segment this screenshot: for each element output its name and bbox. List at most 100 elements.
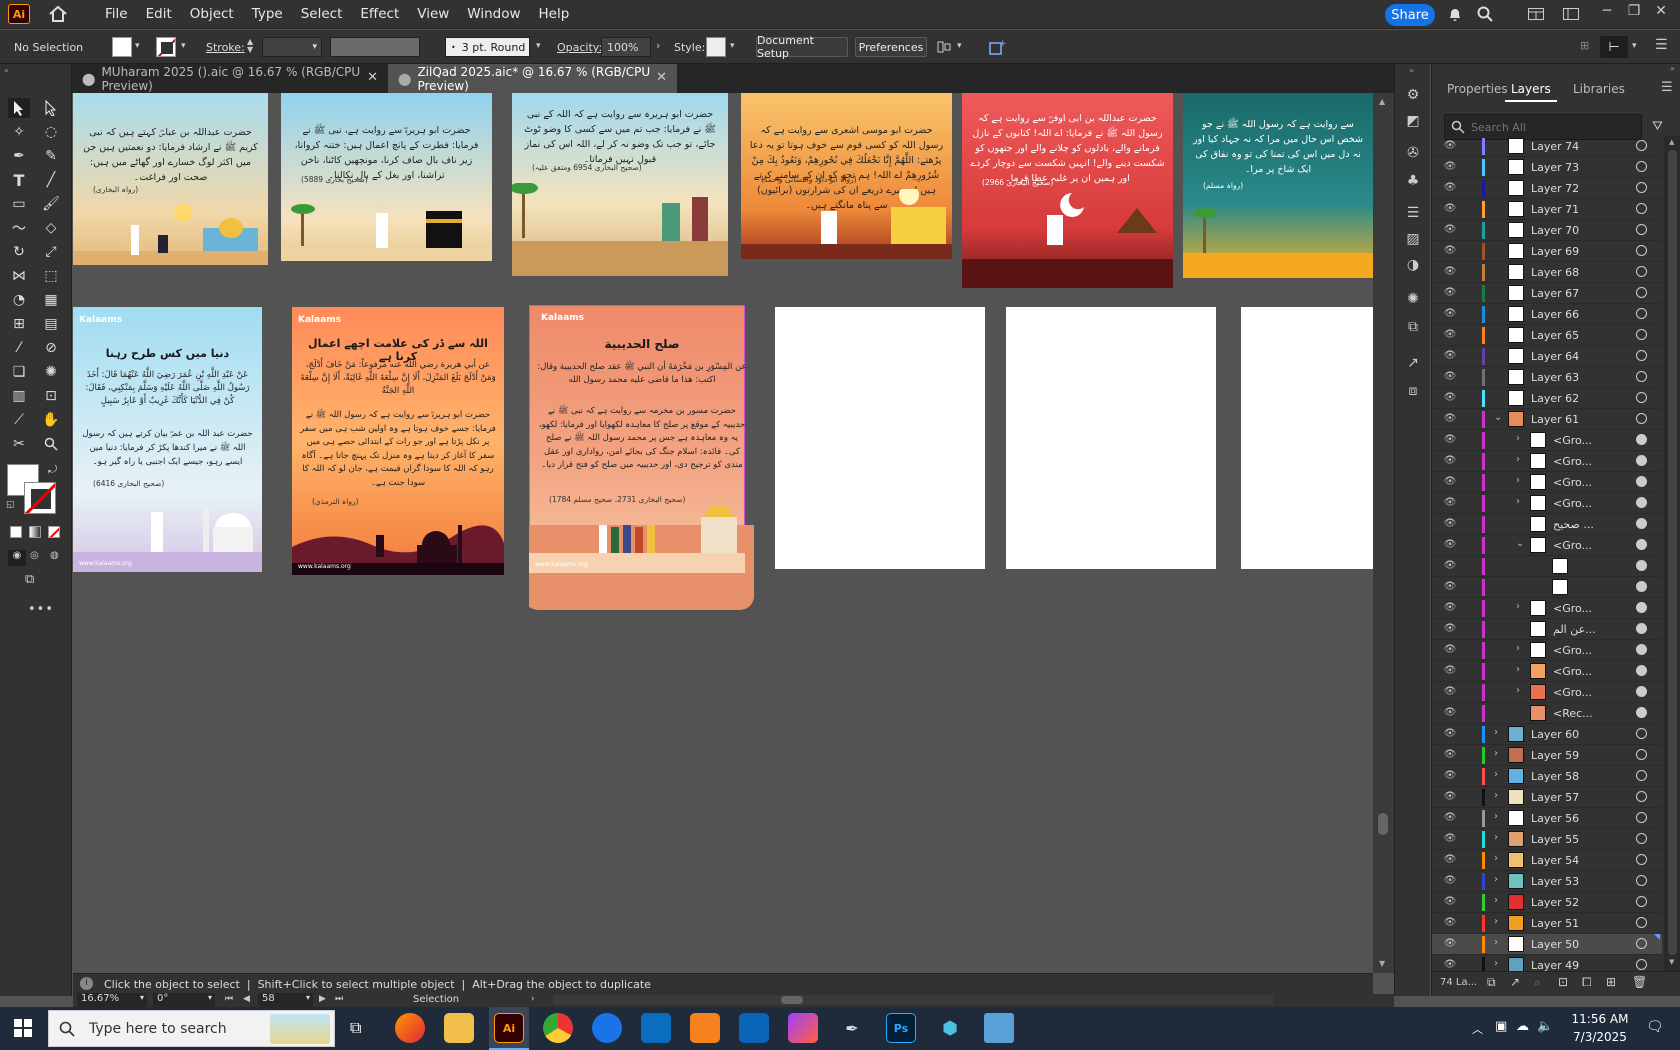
layer-name[interactable]: عن الم... xyxy=(1553,623,1596,636)
lasso-tool-icon[interactable]: ◌ xyxy=(40,122,62,142)
layer-row[interactable]: 👁 › Layer 54 xyxy=(1432,850,1662,871)
layer-row[interactable]: 👁 › Layer 59 xyxy=(1432,745,1662,766)
notifications-icon[interactable]: 🗨 xyxy=(1646,1019,1664,1035)
visibility-eye-icon[interactable]: 👁 xyxy=(1443,580,1457,594)
rectangle-tool-icon[interactable]: ▭ xyxy=(8,194,30,214)
layer-row[interactable]: 👁 › Layer 51 xyxy=(1432,913,1662,934)
home-icon[interactable] xyxy=(44,3,72,25)
gradient-tool-icon[interactable]: ▤ xyxy=(40,314,62,334)
target-icon[interactable] xyxy=(1636,476,1647,487)
horizontal-scrollbar[interactable] xyxy=(553,995,1273,1005)
target-icon[interactable] xyxy=(1636,770,1647,781)
zoom-tool-icon[interactable] xyxy=(40,434,62,454)
artboard[interactable]: حضرت عبداللہ بن ابی اوفیؓ سے روایت ہے کہ… xyxy=(962,93,1173,288)
scale-tool-icon[interactable]: ⤢ xyxy=(40,242,62,262)
visibility-eye-icon[interactable]: 👁 xyxy=(1443,538,1457,552)
tab-zilqad-2025[interactable]: ⬤ ZilQad 2025.aic* @ 16.67 % (RGB/CPU Pr… xyxy=(388,64,677,93)
layer-row[interactable]: 👁 Layer 64 xyxy=(1432,346,1662,367)
target-icon[interactable] xyxy=(1636,140,1647,151)
visibility-eye-icon[interactable]: 👁 xyxy=(1443,349,1457,363)
panel-toggle-icon[interactable]: ⊢ xyxy=(1600,36,1628,58)
target-icon[interactable] xyxy=(1636,959,1647,970)
artboard-tool-icon[interactable]: ⊡ xyxy=(40,386,62,406)
visibility-eye-icon[interactable]: 👁 xyxy=(1443,454,1457,468)
close-icon[interactable]: ✕ xyxy=(367,70,378,85)
gradient-icon[interactable]: ▨ xyxy=(1404,230,1422,248)
layer-name[interactable]: Layer 73 xyxy=(1531,161,1579,174)
layer-name[interactable]: Layer 64 xyxy=(1531,350,1579,363)
artboard-navigation-field[interactable]: 58 ▾ xyxy=(258,993,313,1007)
target-icon[interactable] xyxy=(1636,434,1647,445)
eyedropper-tool-icon[interactable]: ⁄ xyxy=(8,338,30,358)
draw-behind-icon[interactable]: ◎ xyxy=(30,550,39,561)
chevron-right-icon[interactable]: › xyxy=(531,994,535,1004)
artboard[interactable]: حضرت عبداللہ بن عباسؓ کہتے ہیں کہ نبی کر… xyxy=(73,93,268,265)
stroke-stepper[interactable]: ▲ ▼ xyxy=(247,38,253,54)
chevron-right-icon[interactable]: › xyxy=(656,39,660,52)
layer-row[interactable]: 👁 Layer 74 xyxy=(1432,136,1662,157)
bell-icon[interactable] xyxy=(1446,5,1464,23)
chevron-right-icon[interactable]: › xyxy=(1494,769,1498,780)
chevron-right-icon[interactable]: › xyxy=(1494,853,1498,864)
chevron-down-icon[interactable]: ⌄ xyxy=(1516,538,1524,549)
chevron-down-icon[interactable]: ▾ xyxy=(181,41,186,51)
chevron-right-icon[interactable]: › xyxy=(1516,601,1520,612)
visibility-eye-icon[interactable]: 👁 xyxy=(1443,160,1457,174)
layer-row[interactable]: 👁 › Layer 49 xyxy=(1432,955,1662,971)
artboards-icon[interactable]: ⧈ xyxy=(1404,382,1422,400)
vertical-scrollbar[interactable]: ▲ ▼ xyxy=(1373,93,1394,973)
chevron-down-icon[interactable]: ▾ xyxy=(536,41,541,51)
target-icon[interactable] xyxy=(1636,728,1647,739)
menu-edit[interactable]: Edit xyxy=(137,6,181,22)
layer-row[interactable]: 👁 › Layer 57 xyxy=(1432,787,1662,808)
taskbar-search[interactable]: Type here to search xyxy=(48,1010,335,1047)
layer-name[interactable]: Layer 71 xyxy=(1531,203,1579,216)
speaker-icon[interactable]: 🔈 xyxy=(1537,1019,1553,1034)
layer-name[interactable]: <Gro... xyxy=(1553,539,1592,552)
layer-name[interactable]: Layer 70 xyxy=(1531,224,1579,237)
visibility-eye-icon[interactable]: 👁 xyxy=(1443,559,1457,573)
photoshop-icon[interactable]: Ps xyxy=(886,1013,916,1043)
recolor-icon[interactable]: + xyxy=(988,38,1007,56)
collapse-icon[interactable]: » xyxy=(1409,66,1414,75)
layer-name[interactable]: <Gro... xyxy=(1553,644,1592,657)
layer-row[interactable]: 👁 › Layer 55 xyxy=(1432,829,1662,850)
gradient-mode-icon[interactable] xyxy=(29,526,41,538)
workspace-icon[interactable] xyxy=(1562,5,1580,23)
next-artboard-icon[interactable]: ▶ xyxy=(319,994,326,1004)
layer-row[interactable]: 👁 Layer 68 xyxy=(1432,262,1662,283)
new-sublayer-icon[interactable]: ⧠ xyxy=(1582,975,1592,990)
target-icon[interactable] xyxy=(1636,455,1647,466)
target-icon[interactable] xyxy=(1636,581,1647,592)
brush-definition[interactable]: • 3 pt. Round xyxy=(445,37,530,57)
chevron-right-icon[interactable]: › xyxy=(1494,790,1498,801)
graphic-styles-icon[interactable]: ⧉ xyxy=(1404,318,1422,336)
layer-name[interactable]: Layer 58 xyxy=(1531,770,1579,783)
visibility-eye-icon[interactable]: 👁 xyxy=(1443,727,1457,741)
visibility-eye-icon[interactable]: 👁 xyxy=(1443,853,1457,867)
pen-app-icon[interactable]: ✒ xyxy=(837,1013,867,1043)
visibility-eye-icon[interactable]: 👁 xyxy=(1443,286,1457,300)
visibility-eye-icon[interactable]: 👁 xyxy=(1443,664,1457,678)
blend-tool-icon[interactable]: ❏ xyxy=(8,362,30,382)
sublayer-row[interactable]: 👁 صحیح ... xyxy=(1432,514,1662,535)
network-icon[interactable]: ▣ xyxy=(1495,1019,1507,1034)
layer-name[interactable]: <Gro... xyxy=(1553,665,1592,678)
file-explorer-icon[interactable] xyxy=(444,1013,474,1043)
visibility-eye-icon[interactable]: 👁 xyxy=(1443,748,1457,762)
panel-menu-icon[interactable]: ☰ xyxy=(1661,80,1673,95)
visibility-eye-icon[interactable]: 👁 xyxy=(1443,895,1457,909)
opacity-field[interactable]: 100% xyxy=(601,37,651,57)
target-icon[interactable] xyxy=(1636,245,1647,256)
illustrator-taskbar-icon[interactable]: Ai xyxy=(494,1013,524,1043)
layer-name[interactable]: Layer 74 xyxy=(1531,140,1579,153)
tab-properties[interactable]: Properties xyxy=(1447,82,1508,96)
target-icon[interactable] xyxy=(1636,161,1647,172)
chevron-down-icon[interactable]: ⌄ xyxy=(1494,412,1502,423)
transparency-icon[interactable]: ◑ xyxy=(1404,256,1422,274)
chevron-right-icon[interactable]: › xyxy=(1494,916,1498,927)
target-icon[interactable] xyxy=(1636,938,1647,949)
width-tool-icon[interactable]: ⋈ xyxy=(8,266,30,286)
sublayer-row[interactable]: 👁 › <Gro... xyxy=(1432,661,1662,682)
close-icon[interactable]: ✕ xyxy=(656,70,667,85)
